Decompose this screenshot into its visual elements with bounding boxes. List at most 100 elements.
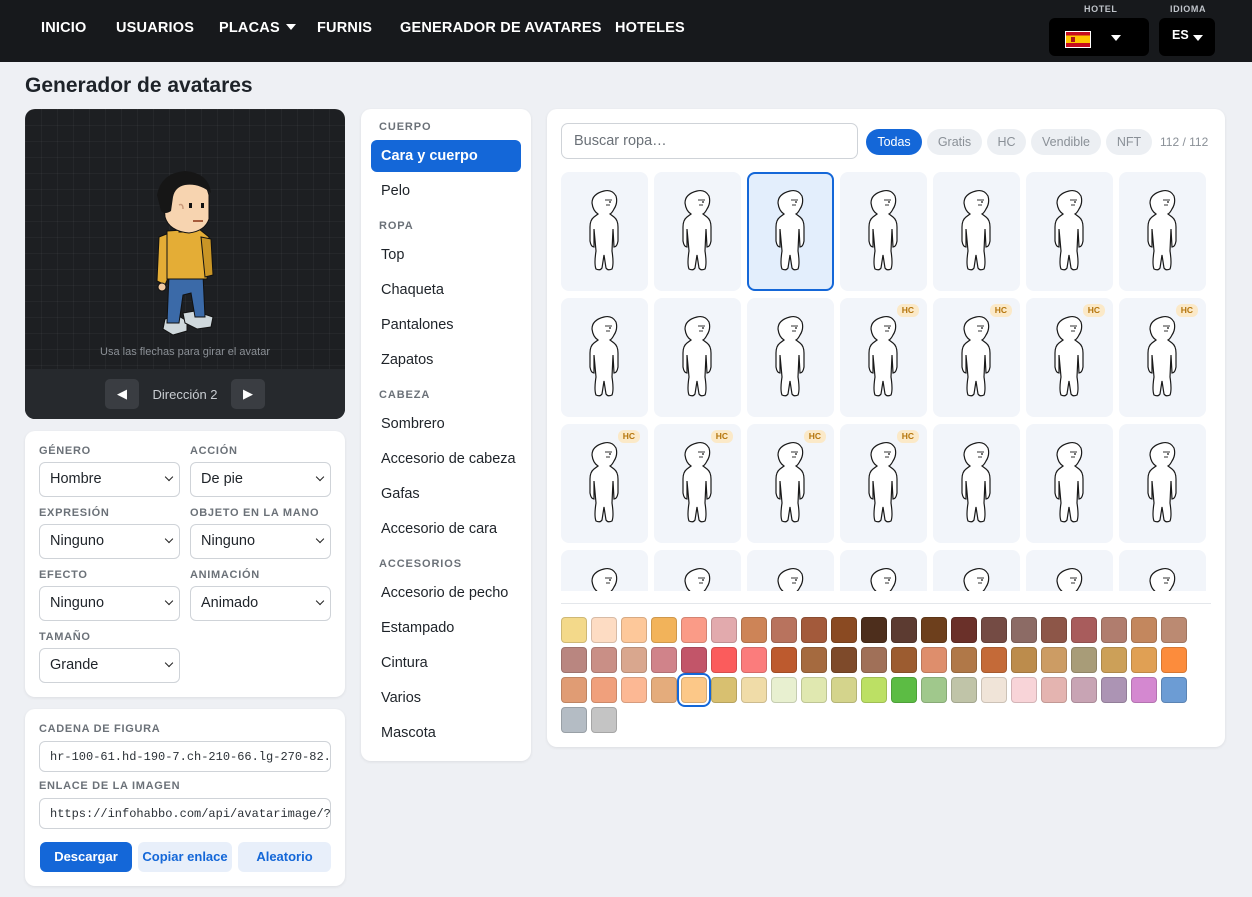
clothing-tile[interactable] [747,298,834,417]
nav-furnis[interactable]: FURNIS [317,20,372,38]
download-button[interactable]: Descargar [40,842,132,872]
color-swatch[interactable] [561,707,587,733]
size-select[interactable]: Grande [39,648,180,683]
color-swatch[interactable] [681,617,707,643]
gender-select[interactable]: Hombre [39,462,180,497]
clothing-tile[interactable] [561,550,648,591]
color-swatch[interactable] [891,647,917,673]
color-swatch[interactable] [621,677,647,703]
image-link-field[interactable]: https://infohabbo.com/api/avatarimage/?f… [39,798,331,829]
color-swatch[interactable] [891,617,917,643]
clothing-tile[interactable]: HC [840,298,927,417]
clothing-tile[interactable]: HC [1119,298,1206,417]
nav-avatar-generator[interactable]: GENERADOR DE AVATARES [400,20,602,38]
rotate-right-button[interactable]: ▶ [231,379,265,409]
color-swatch[interactable] [801,677,827,703]
clothing-tile[interactable] [840,550,927,591]
clothing-tile[interactable] [933,172,1020,291]
color-swatch[interactable] [951,617,977,643]
clothing-tile[interactable] [1026,550,1113,591]
color-swatch[interactable] [711,647,737,673]
clothing-tile[interactable] [1026,172,1113,291]
color-swatch[interactable] [681,677,707,703]
color-swatch[interactable] [1071,617,1097,643]
clothing-tile[interactable]: HC [654,424,741,543]
clothing-tile[interactable] [1119,172,1206,291]
figure-string-field[interactable]: hr-100-61.hd-190-7.ch-210-66.lg-270-82.s… [39,741,331,772]
color-swatch[interactable] [771,617,797,643]
action-select[interactable]: De pie [190,462,331,497]
category-face-accessory[interactable]: Accesorio de cara [371,513,521,545]
clothing-tile[interactable]: HC [1026,298,1113,417]
color-swatch[interactable] [621,617,647,643]
search-input[interactable]: Buscar ropa… [561,123,858,159]
color-swatch[interactable] [1131,677,1157,703]
color-swatch[interactable] [591,707,617,733]
clothing-tile[interactable] [654,550,741,591]
color-swatch[interactable] [951,647,977,673]
category-hair[interactable]: Pelo [371,175,521,207]
clothing-tile[interactable] [654,298,741,417]
color-swatch[interactable] [561,677,587,703]
color-swatch[interactable] [1041,677,1067,703]
category-print[interactable]: Estampado [371,612,521,644]
filter-all[interactable]: Todas [866,129,922,155]
category-hat[interactable]: Sombrero [371,408,521,440]
color-swatch[interactable] [561,647,587,673]
clothing-tile[interactable] [747,550,834,591]
color-swatch[interactable] [681,647,707,673]
color-swatch[interactable] [1101,617,1127,643]
color-swatch[interactable] [1011,647,1037,673]
category-glasses[interactable]: Gafas [371,478,521,510]
random-button[interactable]: Aleatorio [238,842,331,872]
nav-badges[interactable]: PLACAS [219,20,296,38]
clothing-tile[interactable]: HC [840,424,927,543]
clothing-tile[interactable] [747,172,834,291]
clothing-tile[interactable] [1119,424,1206,543]
color-swatch[interactable] [711,677,737,703]
language-select[interactable]: ES [1159,18,1215,56]
color-swatch[interactable] [771,677,797,703]
color-swatch[interactable] [741,617,767,643]
color-swatch[interactable] [591,677,617,703]
hand-item-select[interactable]: Ninguno [190,524,331,559]
clothing-tile[interactable]: HC [933,298,1020,417]
color-swatch[interactable] [831,617,857,643]
color-swatch[interactable] [1131,617,1157,643]
color-swatch[interactable] [561,617,587,643]
clothing-tile[interactable] [933,550,1020,591]
color-swatch[interactable] [1011,677,1037,703]
category-head-accessory[interactable]: Accesorio de cabeza [371,443,521,475]
color-swatch[interactable] [1041,647,1067,673]
category-waist[interactable]: Cintura [371,647,521,679]
expression-select[interactable]: Ninguno [39,524,180,559]
clothing-tile[interactable]: HC [747,424,834,543]
color-swatch[interactable] [921,647,947,673]
nav-hotels[interactable]: HOTELES [615,20,685,38]
color-swatch[interactable] [621,647,647,673]
color-swatch[interactable] [861,617,887,643]
color-swatch[interactable] [651,677,677,703]
color-swatch[interactable] [861,677,887,703]
filter-sellable[interactable]: Vendible [1031,129,1101,155]
color-swatch[interactable] [981,617,1007,643]
filter-nft[interactable]: NFT [1106,129,1152,155]
color-swatch[interactable] [711,617,737,643]
color-swatch[interactable] [1161,677,1187,703]
color-swatch[interactable] [981,647,1007,673]
color-swatch[interactable] [741,647,767,673]
color-swatch[interactable] [801,617,827,643]
clothing-tile[interactable] [933,424,1020,543]
color-swatch[interactable] [1011,617,1037,643]
color-swatch[interactable] [591,647,617,673]
color-swatch[interactable] [651,647,677,673]
nav-users[interactable]: USUARIOS [116,20,194,38]
category-top[interactable]: Top [371,239,521,271]
color-swatch[interactable] [741,677,767,703]
clothing-tile[interactable] [1119,550,1206,591]
clothing-tile[interactable] [561,172,648,291]
color-swatch[interactable] [1071,647,1097,673]
color-swatch[interactable] [771,647,797,673]
color-swatch[interactable] [891,677,917,703]
color-swatch[interactable] [1131,647,1157,673]
